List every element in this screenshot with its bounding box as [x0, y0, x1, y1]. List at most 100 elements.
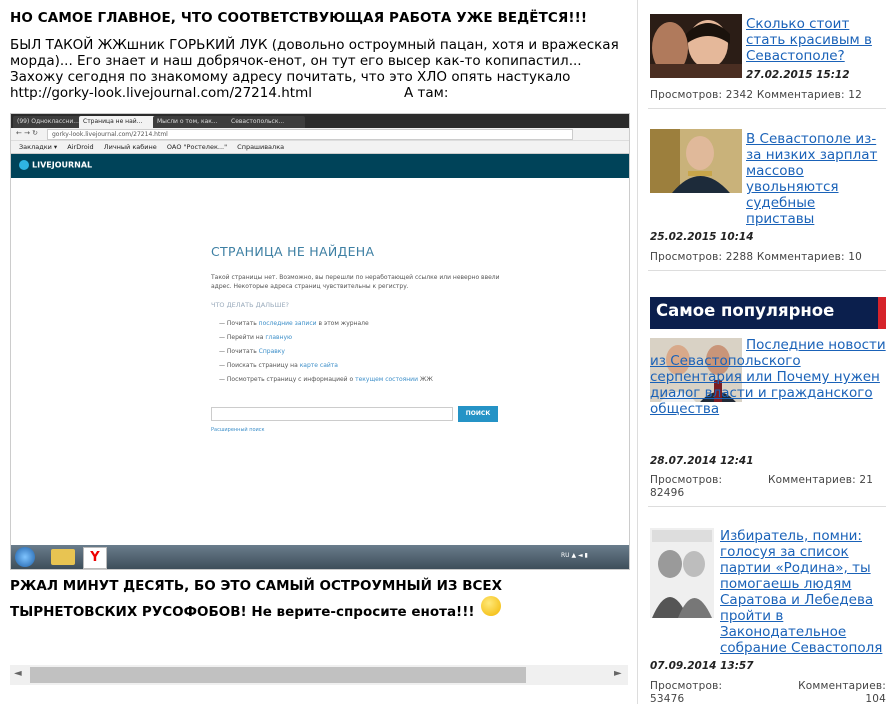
scroll-right-arrow-icon[interactable]: ► [614, 668, 622, 679]
news-date: 25.02.2015 10:14 [650, 231, 754, 243]
views-count: 2342 [725, 89, 754, 101]
views-label: Просмотров: [650, 89, 723, 101]
action-text: в этом журнале [316, 320, 369, 327]
popular-stats: Просмотров: Комментариев: 21 82496 [650, 474, 886, 500]
bookmark: Личный кабине [103, 143, 157, 151]
news-separator [648, 270, 886, 271]
popular-separator [648, 506, 886, 507]
action-text: — Посмотреть страницу с информацией о [219, 376, 356, 383]
action-text: — Почитать [219, 348, 259, 355]
sidebar: Сколько стоит стать красивым в Севастопо… [648, 0, 889, 706]
not-found-description: Такой страницы нет. Возможно, вы перешли… [211, 274, 500, 290]
livejournal-header: LIVEJOURNAL [11, 154, 629, 178]
views-count: 82496 [650, 487, 685, 499]
news-thumbnail[interactable] [650, 14, 742, 78]
action-item: — Почитать Справку [219, 345, 531, 359]
action-link: последние записи [258, 320, 317, 327]
comments-count: 21 [859, 474, 874, 486]
comments-count: 10 [848, 251, 863, 263]
post-conclusion: РЖАЛ МИНУТ ДЕСЯТЬ, БО ЭТО САМЫЙ ОСТРОУМН… [10, 573, 510, 625]
livejournal-logo-icon [19, 160, 29, 170]
scroll-left-arrow-icon[interactable]: ◄ [14, 668, 22, 679]
browser-address-bar: ← → ↻ gorky-look.livejournal.com/27214.h… [11, 128, 629, 141]
news-title-link[interactable]: Сколько стоит стать красивым в Севастопо… [746, 16, 886, 64]
popular-banner: Самое популярное [650, 297, 886, 329]
browser-url: gorky-look.livejournal.com/27214.html [47, 129, 573, 140]
action-item: — Почитать последние записи в этом журна… [219, 317, 531, 331]
column-divider [637, 0, 638, 704]
scrollbar-thumb[interactable] [30, 667, 526, 683]
not-found-block: СТРАНИЦА НЕ НАЙДЕНА Такой страницы нет. … [211, 244, 531, 387]
comments-count: 104 [865, 693, 886, 705]
news-stats: Просмотров: 2342 Комментариев: 12 [650, 89, 862, 101]
what-next-heading: ЧТО ДЕЛАТЬ ДАЛЬШЕ? [211, 301, 290, 309]
folder-icon [51, 549, 75, 565]
popular-thumbnail[interactable] [650, 528, 714, 618]
advanced-search-link: Расширенный поиск [211, 427, 265, 433]
system-tray: RU ▲ ◄ ▮ [561, 552, 588, 559]
action-item: — Перейти на главную [219, 331, 531, 345]
views-label: Просмотров: [650, 474, 723, 486]
views-label: Просмотров: [650, 251, 723, 263]
browser-bookmarks-bar: Закладки ▾ AirDroid Личный кабине ОАО "Р… [11, 141, 629, 154]
post-conclusion-text: ТЫРНЕТОВСКИХ РУСОФОБОВ! Не верите-спроси… [10, 604, 475, 620]
popular-stats: Просмотров: Комментариев: 53476 104 [650, 680, 886, 706]
post-conclusion-line: ТЫРНЕТОВСКИХ РУСОФОБОВ! Не верите-спроси… [10, 596, 510, 625]
popular-title-link[interactable]: Последние новости из Севастопольского се… [650, 337, 888, 417]
windows-start-icon [15, 547, 35, 567]
comments-label: Комментариев: [756, 251, 845, 263]
action-item: — Поискать страницу на карте сайта [219, 359, 531, 373]
post-intro-tail: А там: [404, 85, 449, 101]
views-count: 2288 [725, 251, 754, 263]
not-found-title: СТРАНИЦА НЕ НАЙДЕНА [211, 244, 375, 259]
browser-tab: Севастопольск... [227, 116, 305, 128]
comments-label: Комментариев: [798, 680, 886, 692]
views-label: Просмотров: [650, 680, 723, 692]
livejournal-logo-text: LIVEJOURNAL [32, 160, 93, 170]
comments-group: Комментариев: 21 [768, 474, 873, 487]
popular-date: 07.09.2014 13:57 [650, 660, 754, 672]
browser-tab-active: Страница не най... [79, 116, 157, 128]
post-conclusion-line: РЖАЛ МИНУТ ДЕСЯТЬ, БО ЭТО САМЫЙ ОСТРОУМН… [10, 578, 503, 594]
post-intro: БЫЛ ТАКОЙ ЖЖшник ГОРЬКИЙ ЛУК (довольно о… [10, 37, 628, 101]
main-content: НО САМОЕ ГЛАВНОЕ, ЧТО СООТВЕТСТВУЮЩАЯ РА… [0, 0, 636, 704]
browser-tab-strip: (99) Одноклассни... Страница не най... М… [11, 114, 629, 128]
browser-tab: (99) Одноклассни... [13, 116, 83, 128]
popular-heading: Самое популярное [656, 301, 835, 320]
action-text: — Перейти на [219, 334, 266, 341]
news-date: 27.02.2015 15:12 [746, 69, 850, 81]
comments-label: Комментариев: [768, 474, 856, 486]
banner-accent [878, 297, 886, 329]
bookmark: AirDroid [67, 143, 94, 151]
action-link: карте сайта [299, 362, 338, 369]
popular-title-text[interactable]: Избиратель, помни: голосуя за список пар… [720, 528, 882, 656]
action-link: Справку [258, 348, 285, 355]
views-count: 53476 [650, 693, 685, 705]
yandex-browser-icon: Y [83, 547, 107, 569]
bookmark: Закладки ▾ [19, 143, 58, 151]
news-separator [648, 108, 886, 109]
bookmark: Спрашивалка [237, 143, 285, 151]
news-stats: Просмотров: 2288 Комментариев: 10 [650, 251, 862, 263]
action-text: — Почитать [219, 320, 259, 327]
smiley-icon [480, 596, 501, 616]
comments-count: 12 [848, 89, 863, 101]
action-item: — Посмотреть страницу с информацией о те… [219, 373, 531, 387]
action-text: — Поискать страницу на [219, 362, 300, 369]
back-forward-icon: ← → ↻ [16, 129, 39, 137]
action-link: текущем состоянии [355, 376, 418, 383]
news-thumbnail[interactable] [650, 129, 742, 193]
lj-search-button: ПОИСК [458, 406, 498, 422]
action-text: ЖЖ [417, 376, 433, 383]
action-link: главную [265, 334, 293, 341]
horizontal-scrollbar[interactable]: ◄ ► [10, 665, 628, 685]
lj-search-input [211, 407, 453, 421]
popular-date: 28.07.2014 12:41 [650, 455, 754, 467]
livejournal-logo: LIVEJOURNAL [19, 160, 92, 170]
post-intro-text: БЫЛ ТАКОЙ ЖЖшник ГОРЬКИЙ ЛУК (довольно о… [10, 37, 619, 101]
embedded-screenshot: (99) Одноклассни... Страница не най... М… [10, 113, 630, 570]
popular-title-link[interactable]: Избиратель, помни: голосуя за список пар… [720, 528, 886, 656]
news-title-link[interactable]: В Севастополе из-за низких зарплат массо… [746, 131, 886, 227]
news-title-text[interactable]: В Севастополе из-за низких зарплат массо… [746, 131, 877, 227]
post-heading: НО САМОЕ ГЛАВНОЕ, ЧТО СООТВЕТСТВУЮЩАЯ РА… [10, 10, 588, 26]
